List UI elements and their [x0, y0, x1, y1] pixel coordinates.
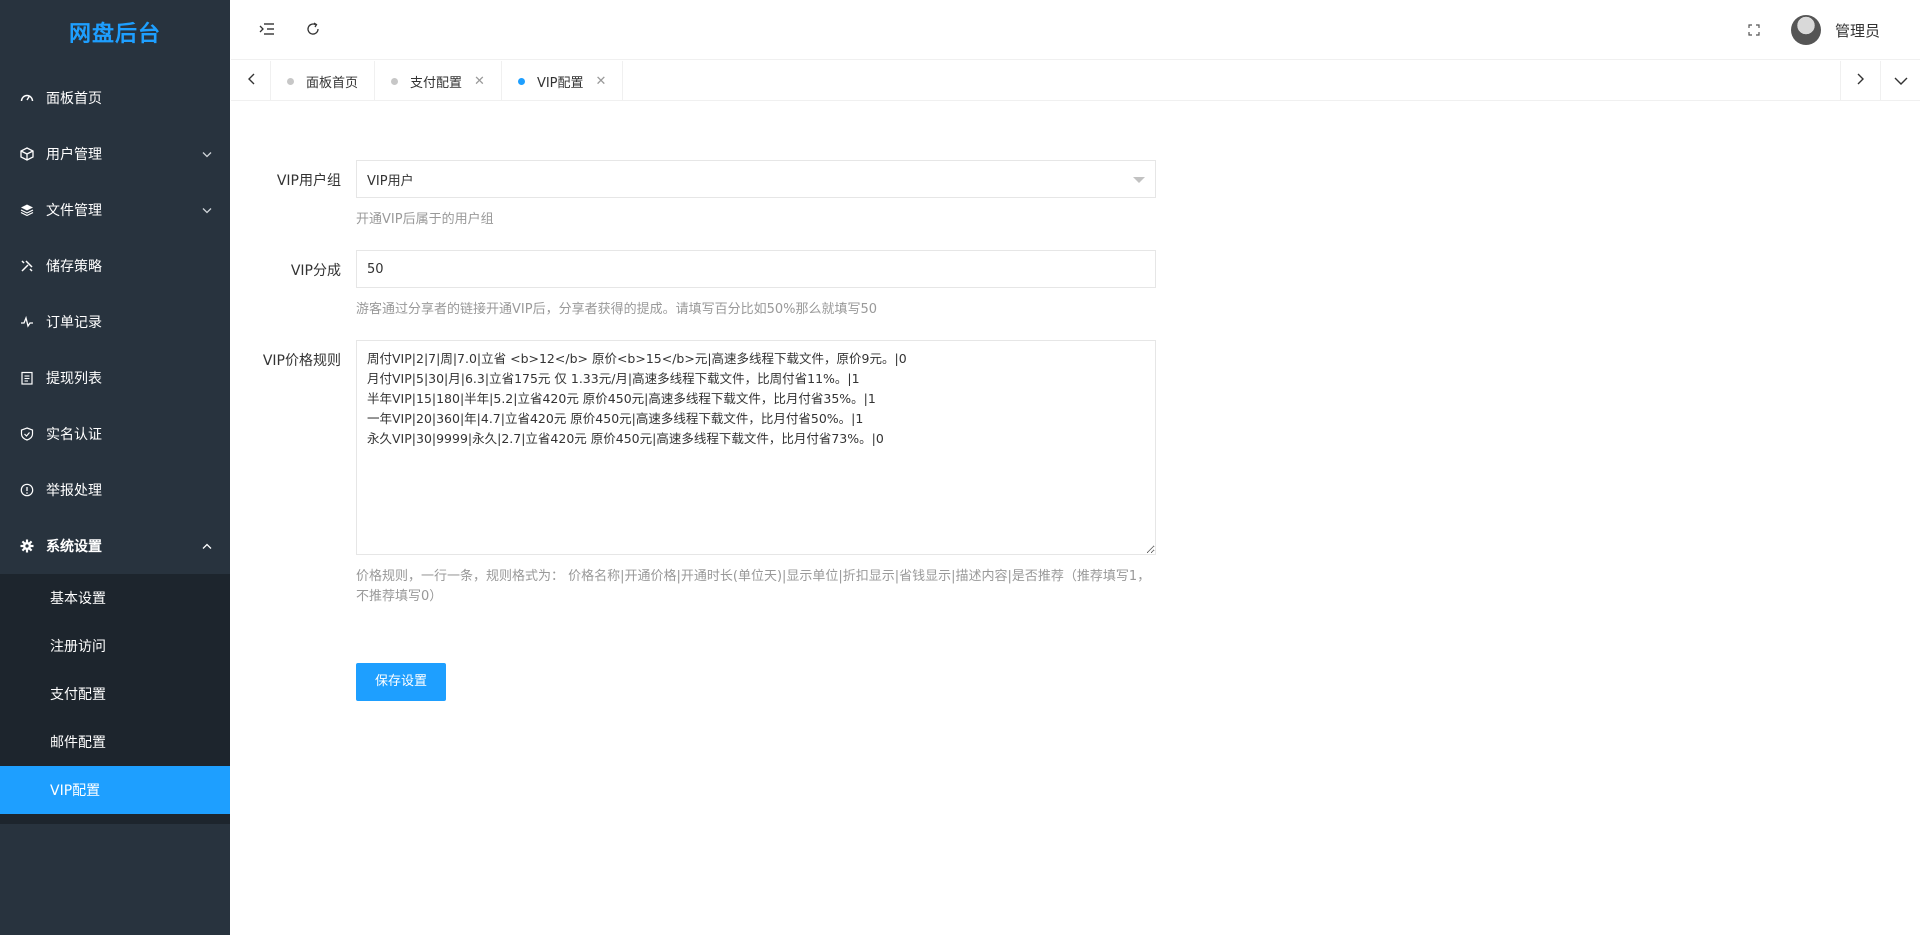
vip-price-rules-textarea[interactable]: 周付VIP|2|7|周|7.0|立省 <b>12</b> 原价<b>15</b>…	[356, 340, 1156, 555]
avatar	[1790, 15, 1821, 45]
refresh-button[interactable]	[293, 0, 333, 60]
refresh-icon	[306, 21, 320, 40]
tab-vip-config[interactable]: VIP配置 ✕	[502, 61, 624, 101]
sidebar-item-label: 举报处理	[46, 483, 102, 499]
chevron-left-icon	[247, 73, 255, 89]
sidebar-item-orders[interactable]: 订单记录	[0, 294, 230, 350]
sidebar-item-system-settings[interactable]: 系统设置	[0, 518, 230, 574]
save-settings-button[interactable]: 保存设置	[356, 663, 447, 701]
chevron-down-icon	[1894, 73, 1908, 89]
close-icon[interactable]: ✕	[596, 74, 607, 89]
sidebar-item-storage[interactable]: 储存策略	[0, 238, 230, 294]
sidebar-item-label: 储存策略	[46, 259, 102, 275]
form-row-vip-group: VIP用户组 VIP用户 开通VIP后属于的用户组	[231, 160, 1161, 228]
sidebar-subitem-email[interactable]: 邮件配置	[0, 718, 230, 766]
vip-group-selected-value: VIP用户	[367, 173, 414, 189]
vip-share-hint: 游客通过分享者的链接开通VIP后，分享者获得的提成。请填写百分比如50%那么就填…	[356, 302, 878, 317]
tools-icon	[20, 259, 34, 273]
sidebar-item-label: 面板首页	[46, 91, 102, 107]
tab-dashboard[interactable]: 面板首页	[271, 61, 376, 101]
vip-price-rules-label: VIP价格规则	[262, 353, 341, 369]
chevron-up-icon	[202, 540, 212, 553]
system-settings-submenu: 基本设置 注册访问 支付配置 邮件配置 VIP配置	[0, 574, 230, 824]
tab-list: 面板首页 支付配置 ✕ VIP配置 ✕	[271, 61, 624, 101]
gear-icon	[20, 539, 34, 553]
form-row-actions: 保存设置	[231, 663, 1161, 701]
top-header: 管理员	[231, 0, 1920, 60]
tab-status-dot	[517, 77, 525, 85]
chevron-right-icon	[1857, 73, 1865, 89]
tab-label: 支付配置	[410, 75, 463, 91]
collapse-menu-button[interactable]	[247, 0, 287, 60]
sidebar-item-reports[interactable]: 举报处理	[0, 462, 230, 518]
vip-group-label: VIP用户组	[276, 173, 341, 189]
chevron-down-icon	[202, 148, 212, 161]
form-row-vip-price-rules: VIP价格规则 周付VIP|2|7|周|7.0|立省 <b>12</b> 原价<…	[231, 340, 1161, 607]
vip-share-label: VIP分成	[290, 263, 341, 279]
tab-payment-config[interactable]: 支付配置 ✕	[375, 61, 502, 101]
pulse-icon	[20, 315, 34, 329]
fullscreen-button[interactable]	[1734, 0, 1774, 60]
vip-config-form: VIP用户组 VIP用户 开通VIP后属于的用户组 VIP分成 游客通过分享者的…	[231, 160, 1161, 701]
sidebar-subitem-registration[interactable]: 注册访问	[0, 622, 230, 670]
tab-label: 面板首页	[306, 75, 359, 91]
sidebar-item-label: 文件管理	[46, 203, 102, 219]
vip-price-rules-hint: 价格规则，一行一条，规则格式为： 价格名称|开通价格|开通时长(单位天)|显示单…	[356, 569, 1151, 604]
shield-icon	[20, 427, 34, 441]
clipboard-icon	[20, 371, 34, 385]
app-logo: 网盘后台	[68, 22, 161, 47]
layers-icon	[20, 203, 34, 217]
tabs-dropdown-button[interactable]	[1880, 61, 1920, 101]
sidebar-item-label: 订单记录	[46, 315, 102, 331]
vip-group-hint: 开通VIP后属于的用户组	[356, 212, 494, 227]
close-icon[interactable]: ✕	[474, 74, 485, 89]
user-name: 管理员	[1834, 21, 1880, 40]
vip-group-select[interactable]: VIP用户	[356, 160, 1156, 198]
sidebar: 网盘后台 面板首页 用户管理 文件管理 储存策略 订单记录 提现列表 实名认证 …	[0, 0, 230, 935]
tab-label: VIP配置	[536, 75, 584, 91]
cube-icon	[20, 147, 34, 161]
sidebar-item-withdrawals[interactable]: 提现列表	[0, 350, 230, 406]
vip-share-input[interactable]	[356, 250, 1156, 288]
sidebar-item-users[interactable]: 用户管理	[0, 126, 230, 182]
tabs-scroll-right-button[interactable]	[1840, 61, 1880, 101]
form-row-vip-share: VIP分成 游客通过分享者的链接开通VIP后，分享者获得的提成。请填写百分比如5…	[231, 250, 1161, 318]
dropdown-caret-icon	[1133, 177, 1145, 183]
sidebar-subitem-vip[interactable]: VIP配置	[0, 766, 230, 814]
sidebar-subitem-basic[interactable]: 基本设置	[0, 574, 230, 622]
chevron-down-icon	[202, 204, 212, 217]
sidebar-subitem-payment[interactable]: 支付配置	[0, 670, 230, 718]
tab-status-dot	[287, 77, 294, 85]
info-icon	[20, 483, 34, 497]
sidebar-item-verification[interactable]: 实名认证	[0, 406, 230, 462]
menu-fold-icon	[259, 21, 275, 40]
tabs-scroll-left-button[interactable]	[231, 61, 271, 101]
tab-status-dot	[391, 77, 399, 85]
sidebar-item-label: 实名认证	[46, 427, 102, 443]
tab-bar: 面板首页 支付配置 ✕ VIP配置 ✕	[231, 61, 1920, 101]
sidebar-item-label: 用户管理	[46, 147, 102, 163]
sidebar-item-files[interactable]: 文件管理	[0, 182, 230, 238]
dashboard-icon	[20, 91, 34, 105]
sidebar-item-dashboard[interactable]: 面板首页	[0, 70, 230, 126]
fullscreen-icon	[1748, 21, 1760, 40]
sidebar-item-label: 提现列表	[46, 371, 102, 387]
sidebar-item-label: 系统设置	[46, 539, 102, 555]
user-menu[interactable]: 管理员	[1790, 0, 1880, 60]
